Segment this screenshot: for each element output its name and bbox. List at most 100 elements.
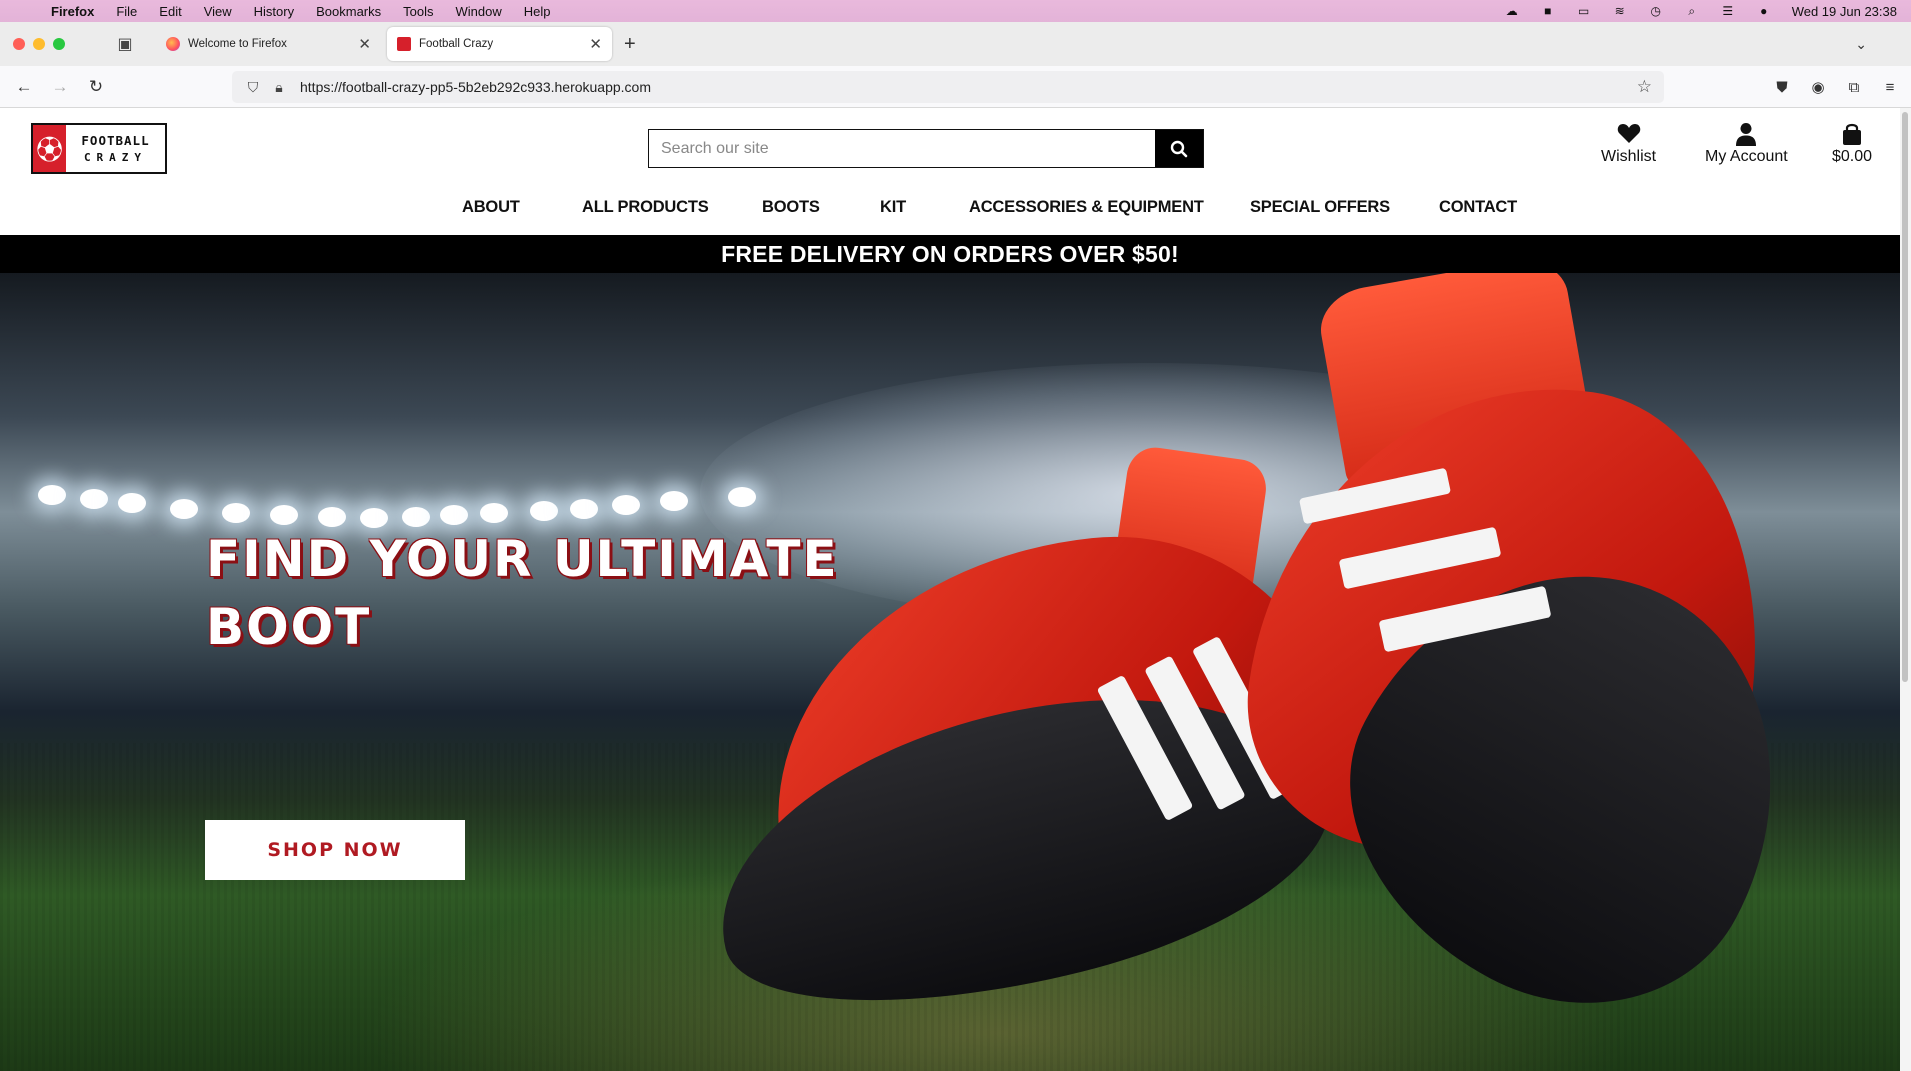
firefox-favicon-icon bbox=[166, 37, 180, 51]
hero-title: FIND YOUR ULTIMATE BOOT bbox=[206, 525, 839, 661]
wishlist-link[interactable]: Wishlist bbox=[1601, 122, 1656, 166]
logo-line-2: CRAZY bbox=[83, 150, 148, 164]
minimize-window-button[interactable] bbox=[33, 38, 45, 50]
control-center-icon[interactable]: ☰ bbox=[1720, 4, 1736, 18]
extensions-puzzle-icon[interactable]: ⧉ bbox=[1843, 79, 1865, 96]
site-logo[interactable]: ⚽︎ FOOTBALL CRAZY bbox=[31, 123, 167, 174]
shopping-bag-link[interactable]: $0.00 bbox=[1832, 122, 1872, 166]
navigation-toolbar: ← → ↻ ⛉ 🔒︎ https://football-crazy-pp5-5b… bbox=[0, 66, 1911, 108]
reload-icon[interactable]: ↻ bbox=[78, 77, 114, 97]
nav-special-offers[interactable]: SPECIAL OFFERS bbox=[1250, 198, 1390, 217]
url-text[interactable]: https://football-crazy-pp5-5b2eb292c933.… bbox=[300, 79, 651, 95]
tracking-protection-shield-icon[interactable]: ⛉ bbox=[240, 79, 266, 96]
search-button[interactable] bbox=[1155, 130, 1203, 167]
tab-overview-icon[interactable]: ▣ bbox=[100, 34, 150, 54]
nav-kit[interactable]: KIT bbox=[880, 198, 906, 217]
logo-line-1: FOOTBALL bbox=[81, 132, 150, 148]
nav-about[interactable]: ABOUT bbox=[462, 198, 520, 217]
menu-view[interactable]: View bbox=[193, 4, 243, 19]
promo-banner: FREE DELIVERY ON ORDERS OVER $50! bbox=[0, 235, 1900, 273]
nav-all-products[interactable]: ALL PRODUCTS bbox=[582, 198, 709, 217]
hero-title-line-2: BOOT bbox=[206, 598, 372, 656]
floodlight bbox=[612, 495, 640, 515]
nav-contact[interactable]: CONTACT bbox=[1439, 198, 1517, 217]
wifi-icon[interactable]: ≋ bbox=[1612, 4, 1628, 18]
right-football-boot-image bbox=[1229, 273, 1855, 1068]
hero-banner: FIND YOUR ULTIMATE BOOT SHOP NOW bbox=[0, 273, 1900, 1071]
floodlight bbox=[270, 505, 298, 525]
floodlight bbox=[38, 485, 66, 505]
forward-arrow-icon[interactable]: → bbox=[42, 77, 78, 97]
site-search bbox=[648, 129, 1204, 168]
tab-welcome-to-firefox[interactable]: Welcome to Firefox ✕ bbox=[156, 27, 381, 61]
nav-accessories-equipment[interactable]: ACCESSORIES & EQUIPMENT bbox=[969, 198, 1204, 217]
menu-history[interactable]: History bbox=[243, 4, 305, 19]
main-navigation: ABOUT ALL PRODUCTS BOOTS KIT ACCESSORIES… bbox=[0, 198, 1900, 228]
siri-icon[interactable]: ● bbox=[1756, 4, 1772, 18]
window-controls bbox=[0, 38, 100, 50]
floodlight bbox=[118, 493, 146, 513]
menu-app-firefox[interactable]: Firefox bbox=[40, 4, 105, 19]
floodlight bbox=[440, 505, 468, 525]
macos-menu-bar: Firefox File Edit View History Bookmarks… bbox=[0, 0, 1911, 22]
nav-boots[interactable]: BOOTS bbox=[762, 198, 820, 217]
menu-help[interactable]: Help bbox=[513, 4, 562, 19]
shop-now-button[interactable]: SHOP NOW bbox=[205, 820, 465, 880]
floodlight bbox=[660, 491, 688, 511]
floodlight bbox=[318, 507, 346, 527]
zoom-window-button[interactable] bbox=[53, 38, 65, 50]
menu-bookmarks[interactable]: Bookmarks bbox=[305, 4, 392, 19]
floodlight bbox=[570, 499, 598, 519]
scrollbar-thumb[interactable] bbox=[1902, 112, 1908, 682]
lock-icon[interactable]: 🔒︎ bbox=[266, 79, 292, 96]
shopping-bag-icon bbox=[1832, 122, 1872, 146]
tab-label: Football Crazy bbox=[419, 38, 494, 50]
page-scrollbar[interactable] bbox=[1900, 108, 1911, 1071]
cart-total: $0.00 bbox=[1832, 148, 1873, 165]
tab-label: Welcome to Firefox bbox=[188, 38, 287, 50]
floodlight bbox=[480, 503, 508, 523]
wishlist-label: Wishlist bbox=[1601, 148, 1657, 165]
floodlight bbox=[402, 507, 430, 527]
account-circle-icon[interactable]: ◉ bbox=[1807, 78, 1829, 96]
spotlight-search-icon[interactable]: ⌕ bbox=[1684, 4, 1700, 18]
heart-icon bbox=[1601, 122, 1656, 146]
football-crazy-favicon-icon bbox=[397, 37, 411, 51]
menu-tools[interactable]: Tools bbox=[392, 4, 444, 19]
my-account-label: My Account bbox=[1705, 148, 1788, 165]
new-tab-plus-icon[interactable]: + bbox=[624, 33, 636, 56]
my-account-link[interactable]: My Account bbox=[1705, 122, 1788, 166]
tab-strip: ▣ Welcome to Firefox ✕ Football Crazy ✕ … bbox=[0, 22, 1911, 66]
close-tab-icon[interactable]: ✕ bbox=[358, 35, 371, 53]
pocket-icon[interactable]: ⛊ bbox=[1771, 79, 1793, 96]
status-area: ☁ ■ ▭ ≋ ◷ ⌕ ☰ ● Wed 19 Jun 23:38 bbox=[1504, 4, 1911, 19]
menu-edit[interactable]: Edit bbox=[148, 4, 192, 19]
list-all-tabs-chevron-icon[interactable]: ⌄ bbox=[1855, 36, 1867, 53]
close-window-button[interactable] bbox=[13, 38, 25, 50]
floodlight bbox=[222, 503, 250, 523]
menu-clock[interactable]: Wed 19 Jun 23:38 bbox=[1792, 4, 1897, 19]
address-bar[interactable]: ⛉ 🔒︎ https://football-crazy-pp5-5b2eb292… bbox=[232, 71, 1664, 103]
web-page: ⚽︎ FOOTBALL CRAZY Wishlist My Account $0 bbox=[0, 108, 1900, 1071]
creative-cloud-icon[interactable]: ☁ bbox=[1504, 4, 1520, 18]
menu-file[interactable]: File bbox=[105, 4, 148, 19]
time-machine-icon[interactable]: ◷ bbox=[1648, 4, 1664, 18]
back-arrow-icon[interactable]: ← bbox=[6, 77, 42, 97]
footballer-logo-icon: ⚽︎ bbox=[33, 125, 66, 172]
floodlight bbox=[80, 489, 108, 509]
tab-football-crazy[interactable]: Football Crazy ✕ bbox=[387, 27, 612, 61]
toolbar-actions: ⛊ ◉ ⧉ ≡ bbox=[1771, 66, 1911, 108]
menu-window[interactable]: Window bbox=[445, 4, 513, 19]
user-icon bbox=[1705, 122, 1788, 146]
battery-icon[interactable]: ▭ bbox=[1576, 4, 1592, 18]
search-input[interactable] bbox=[649, 130, 1155, 167]
search-icon bbox=[1170, 140, 1188, 157]
hero-title-line-1: FIND YOUR ULTIMATE bbox=[206, 530, 839, 588]
close-tab-icon[interactable]: ✕ bbox=[589, 35, 602, 53]
floodlight bbox=[170, 499, 198, 519]
floodlight bbox=[530, 501, 558, 521]
bbedit-icon[interactable]: ■ bbox=[1540, 4, 1556, 18]
app-menu-hamburger-icon[interactable]: ≡ bbox=[1879, 79, 1901, 96]
bookmark-star-icon[interactable]: ☆ bbox=[1637, 77, 1652, 97]
logo-wordmark: FOOTBALL CRAZY bbox=[66, 132, 165, 166]
